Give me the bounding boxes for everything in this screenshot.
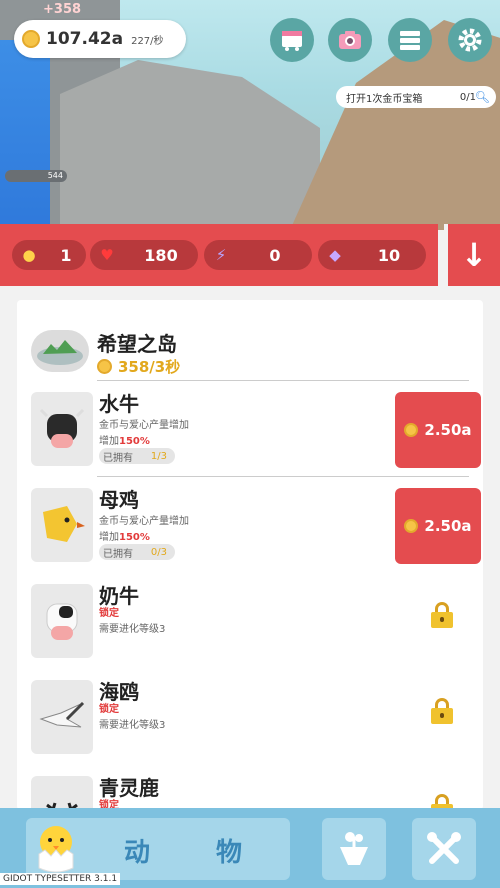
animal-name: 母鸡	[99, 488, 139, 512]
heart-count: 180	[144, 245, 178, 265]
floating-gain-text: +358	[43, 2, 82, 17]
animal-item-buffalo: 水牛 金币与爱心产量增加 增加150% 已拥有 1/3 2.50a	[31, 384, 481, 474]
settings-button[interactable]	[448, 18, 492, 62]
deer-icon	[31, 776, 93, 810]
animal-desc: 金币与爱心产量增加	[99, 516, 189, 527]
lock-icon	[431, 602, 453, 628]
island-icon	[340, 832, 368, 865]
cliff-middle	[60, 60, 320, 230]
requirement-text: 需要进化等级3	[99, 624, 166, 635]
energy-stat: ⚡︎ 0	[204, 240, 312, 270]
buy-button[interactable]: 2.50a	[395, 488, 481, 564]
lock-icon	[431, 698, 453, 724]
coin-icon	[404, 423, 419, 437]
shop-button[interactable]	[270, 18, 314, 62]
shop-cart-icon	[282, 31, 302, 51]
quest-progress: 0/1	[459, 91, 476, 103]
camera-icon	[339, 31, 361, 49]
chick-icon: ●	[22, 246, 36, 264]
coin-icon	[404, 519, 419, 533]
owned-count: 0/3	[150, 546, 167, 558]
buy-button[interactable]: 2.50a	[395, 392, 481, 468]
island-rate: 358/3秒	[97, 356, 180, 377]
divider	[97, 476, 469, 477]
gear-icon	[458, 28, 482, 52]
island-header: 希望之岛 358/3秒	[31, 322, 481, 382]
buffalo-icon	[31, 392, 93, 466]
search-icon: 🔍︎	[474, 90, 490, 104]
animal-panel: 希望之岛 358/3秒 水牛 金币与爱心产量增加 增加150% 已拥有 1/3 …	[17, 300, 483, 810]
locked-label: 锁定	[99, 608, 119, 619]
coin-icon	[97, 359, 112, 374]
camera-button[interactable]	[328, 18, 372, 62]
chick-count: 1	[60, 245, 72, 265]
island-rate-text: 358/3秒	[118, 358, 181, 376]
version-label: GIDOT TYPESETTER 3.1.1	[0, 873, 121, 885]
gold-rate: 227/秒	[131, 35, 164, 47]
animal-item-hen: 母鸡 金币与爱心产量增加 增加150% 已拥有 0/3 2.50a	[31, 480, 481, 570]
level-bar: 544	[5, 170, 67, 182]
animal-item-cow: 奶牛 锁定 需要进化等级3	[31, 576, 481, 666]
quest-banner[interactable]: 打开1次金币宝箱 0/1 🔍︎	[336, 86, 496, 108]
gem-icon: ◆	[329, 246, 341, 264]
gold-counter: 107.42a 227/秒	[14, 20, 186, 58]
requirement-text: 需要进化等级3	[99, 720, 166, 731]
arrow-down-icon: ↓	[460, 236, 488, 274]
hen-icon	[31, 488, 93, 562]
locked-label: 锁定	[99, 704, 119, 715]
chick-stat: ● 1	[12, 240, 86, 270]
animal-bonus: 增加150%	[99, 436, 150, 447]
chick-icon	[32, 818, 80, 876]
cow-icon	[31, 584, 93, 658]
heart-icon: ♥	[100, 246, 114, 264]
gold-amount: 107.42a	[46, 29, 124, 49]
menu-icon	[400, 31, 420, 50]
heart-stat: ♥ 180	[90, 240, 198, 270]
owned-badge: 已拥有 0/3	[99, 544, 175, 560]
owned-count: 1/3	[150, 450, 167, 462]
tab-island[interactable]	[322, 818, 386, 880]
island-name: 希望之岛	[97, 332, 177, 356]
animal-item-seagull: 海鸥 锁定 需要进化等级3	[31, 672, 481, 762]
animal-item-deer: 青灵鹿 锁定	[31, 768, 481, 810]
coin-icon	[22, 30, 40, 48]
gem-stat: ◆ 10	[318, 240, 426, 270]
menu-button[interactable]	[388, 18, 432, 62]
owned-label: 已拥有	[103, 548, 133, 560]
collapse-button[interactable]: ↓	[444, 224, 500, 286]
owned-badge: 已拥有 1/3	[99, 448, 175, 464]
animal-name: 水牛	[99, 392, 139, 416]
owned-label: 已拥有	[103, 452, 133, 464]
gem-count: 10	[377, 245, 401, 265]
quest-text: 打开1次金币宝箱	[346, 93, 423, 105]
island-icon	[31, 330, 89, 372]
animal-desc: 金币与爱心产量增加	[99, 420, 189, 431]
animal-bonus: 增加150%	[99, 532, 150, 543]
tab-animals-label-2: 物	[216, 838, 243, 868]
energy-count: 0	[269, 245, 281, 265]
buy-price: 2.50a	[424, 421, 472, 439]
buy-price: 2.50a	[424, 517, 472, 535]
waterfall	[0, 40, 50, 230]
tab-animals-label-1: 动	[124, 838, 151, 868]
tools-icon	[427, 832, 461, 864]
lightning-icon: ⚡︎	[215, 246, 227, 264]
tab-tools[interactable]	[412, 818, 476, 880]
divider	[97, 380, 469, 381]
seagull-icon	[31, 680, 93, 754]
